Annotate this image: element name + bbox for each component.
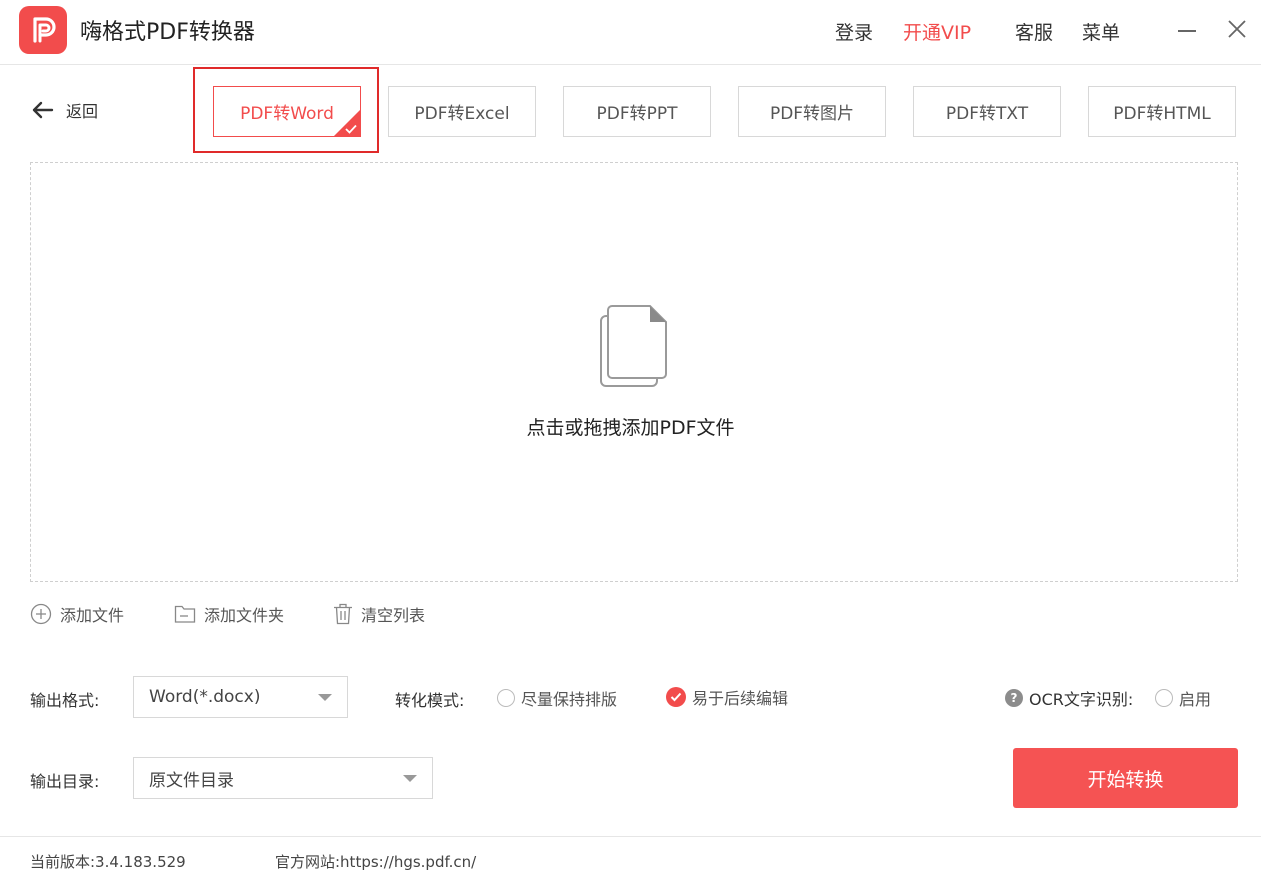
login-link[interactable]: 登录 [835,18,873,45]
radio-icon [497,689,515,707]
output-format-value: Word(*.docx) [149,687,261,707]
tab-pdf-to-word[interactable]: PDF转Word [213,86,361,137]
add-file-label: 添加文件 [60,606,125,625]
output-dir-label: 输出目录: [30,772,100,791]
radio-checked-icon [666,687,686,707]
drop-hint: 点击或拖拽添加PDF文件 [526,417,735,439]
chevron-down-icon [318,694,332,701]
tab-label: PDF转图片 [769,104,855,124]
output-format-select[interactable]: Word(*.docx) [133,676,348,718]
output-dir-select[interactable]: 原文件目录 [133,757,433,799]
tab-label: PDF转Excel [414,104,510,124]
output-dir-value: 原文件目录 [149,770,234,791]
mode-easy-edit-radio[interactable]: 易于后续编辑 [666,685,788,709]
mode-easy-edit-label: 易于后续编辑 [692,689,789,708]
tab-label: PDF转Word [240,104,334,124]
arrow-left-icon [32,101,54,119]
add-folder-label: 添加文件夹 [204,606,285,625]
customer-service-link[interactable]: 客服 [1015,18,1053,45]
back-label: 返回 [66,102,99,121]
add-folder-button[interactable]: 添加文件夹 [174,602,284,626]
tab-pdf-to-excel[interactable]: PDF转Excel [388,86,536,137]
tab-pdf-to-html[interactable]: PDF转HTML [1088,86,1236,137]
mode-keep-layout-label: 尽量保持排版 [521,690,618,709]
app-title: 嗨格式PDF转换器 [80,20,255,45]
add-file-button[interactable]: 添加文件 [30,602,124,626]
ocr-label: OCR文字识别: [1029,690,1134,709]
tab-label: PDF转HTML [1113,104,1211,124]
clear-list-label: 清空列表 [361,606,426,625]
website-link[interactable]: 官方网站:https://hgs.pdf.cn/ [275,851,476,872]
footer-divider [0,836,1261,837]
documents-icon [598,304,670,394]
menu-link[interactable]: 菜单 [1082,18,1120,45]
back-button[interactable]: 返回 [30,98,98,122]
output-format-label: 输出格式: [30,691,100,710]
mode-keep-layout-radio[interactable]: 尽量保持排版 [497,686,617,710]
ocr-enable-label: 启用 [1179,690,1212,709]
minimize-button[interactable] [1178,30,1196,32]
check-icon [345,124,357,134]
vip-link[interactable]: 开通VIP [903,18,971,45]
tab-pdf-to-image[interactable]: PDF转图片 [738,86,886,137]
trash-icon [334,603,352,625]
plus-circle-icon [30,603,52,625]
tab-pdf-to-txt[interactable]: PDF转TXT [913,86,1061,137]
close-button[interactable] [1226,18,1248,40]
tab-label: PDF转PPT [596,104,678,124]
conversion-mode-label: 转化模式: [395,691,465,710]
start-convert-button[interactable]: 开始转换 [1013,748,1238,808]
chevron-down-icon [403,775,417,782]
tab-label: PDF转TXT [945,104,1029,124]
folder-icon [174,605,196,623]
radio-icon [1155,689,1173,707]
ocr-enable-radio[interactable]: 启用 [1155,686,1211,710]
version-text: 当前版本:3.4.183.529 [30,853,186,871]
clear-list-button[interactable]: 清空列表 [333,602,425,626]
ocr-setting: ? OCR文字识别: [1005,686,1133,710]
tab-pdf-to-ppt[interactable]: PDF转PPT [563,86,711,137]
close-icon [1228,20,1246,38]
app-logo-icon [19,6,67,54]
help-icon[interactable]: ? [1005,689,1023,707]
